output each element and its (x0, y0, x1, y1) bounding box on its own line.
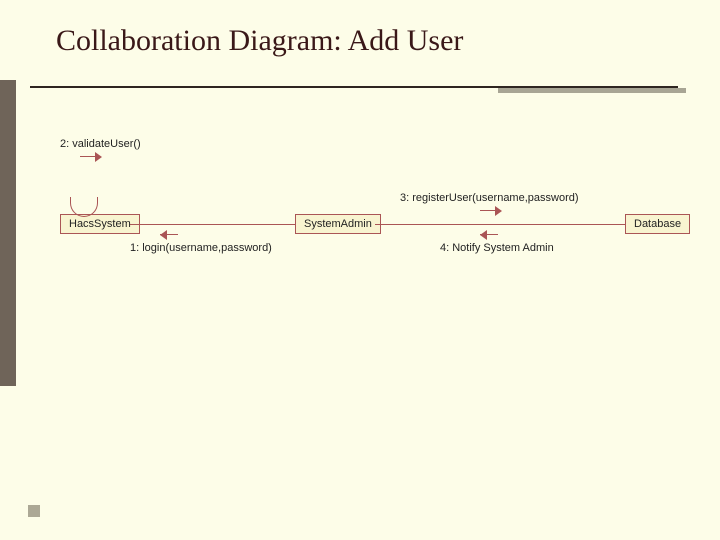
link-admin-db (375, 224, 625, 225)
left-accent-bar (0, 80, 16, 386)
title-rule-accent (498, 88, 686, 93)
collaboration-diagram: 2: validateUser() HacsSystem SystemAdmin… (60, 130, 700, 350)
object-database: Database (625, 214, 690, 234)
message-3-label: 3: registerUser(username,password) (400, 192, 579, 204)
object-hacs-system: HacsSystem (60, 214, 140, 234)
link-hacs-admin (130, 224, 295, 225)
arrow-left-icon (160, 230, 182, 240)
arrow-right-icon (480, 206, 502, 216)
arrow-right-icon (80, 152, 102, 162)
page-title: Collaboration Diagram: Add User (56, 24, 463, 58)
footer-square-icon (28, 505, 40, 517)
message-4-label: 4: Notify System Admin (440, 242, 554, 254)
object-system-admin: SystemAdmin (295, 214, 381, 234)
message-1-label: 1: login(username,password) (130, 242, 272, 254)
message-2-label: 2: validateUser() (60, 138, 141, 150)
arrow-left-icon (480, 230, 502, 240)
